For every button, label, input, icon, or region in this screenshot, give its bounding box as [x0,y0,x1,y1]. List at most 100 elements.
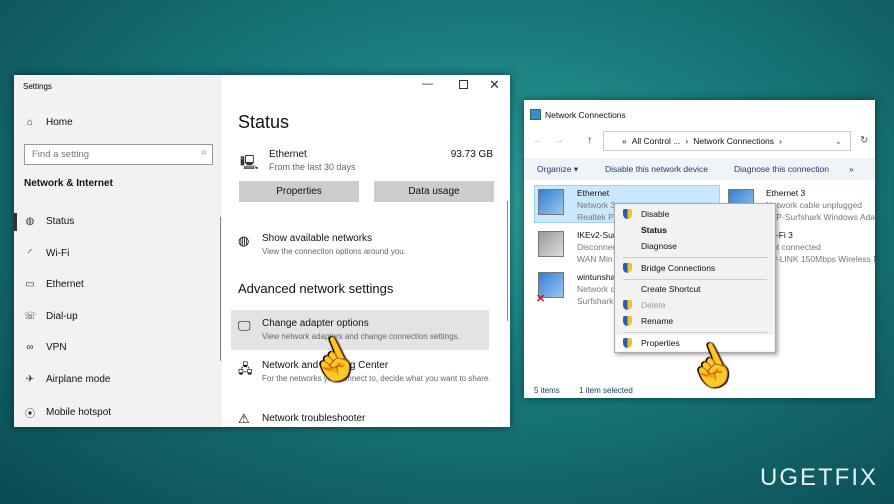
shield-icon [623,300,632,310]
item-name: Ethernet [577,188,610,198]
breadcrumb-all-control[interactable]: All Control ... [632,132,681,150]
sharing-center-sub: For the networks you connect to, decide … [262,374,491,383]
globe-icon: ◍ [25,216,35,227]
shield-icon [623,263,632,273]
shield-icon [623,338,632,348]
organize-button[interactable]: Organize ▾ [537,158,578,180]
settings-window: Settings — ✕ ⌂ Home Find a setting ⌕ Netw… [14,75,510,427]
nav-label: Wi-Fi [46,248,70,259]
shield-icon [623,316,632,326]
warning-icon: ⚠ [238,411,250,426]
nav-hotspot[interactable]: ⦿ Mobile hotspot [24,405,111,420]
item-name[interactable]: Ethernet 3 [766,188,805,198]
search-placeholder: Find a setting [32,149,90,160]
wifi-icon: ◜ [28,248,32,259]
menu-diagnose[interactable]: Diagnose [641,241,677,251]
page-title: Status [238,112,290,132]
address-bar[interactable]: « All Control ... › Network Connections … [603,131,851,151]
item-name[interactable]: IKEv2-Surf [577,230,618,240]
window-title: Network Connections [545,110,626,120]
nav-dialup[interactable]: ☏ Dial-up [24,311,78,322]
nav-status[interactable]: ◍ Status [24,216,75,227]
search-input[interactable]: Find a setting ⌕ [24,144,213,165]
show-networks-title[interactable]: Show available networks [262,233,372,244]
change-adapter-title[interactable]: Change adapter options [262,318,369,329]
nav-label: Airplane mode [46,374,111,385]
vpn-icon: ∞ [26,342,34,353]
ethernet-icon: 🖳 [240,154,259,170]
properties-button[interactable]: Properties [239,181,359,202]
change-adapter-sub: View network adapters and change connect… [262,332,460,341]
section-heading: Network & Internet [24,178,113,189]
refresh-button[interactable]: ↻ [860,135,868,146]
menu-disable[interactable]: Disable [641,209,669,219]
sidebar-scrollbar[interactable] [220,217,221,361]
item-device: TP-LINK 150Mbps Wireless N [766,254,875,264]
nav-label: Ethernet [46,279,84,290]
minimize-button[interactable]: — [422,78,433,90]
disconnected-x-icon: ✕ [536,293,546,305]
nav-label: Mobile hotspot [46,407,112,418]
close-button[interactable]: ✕ [489,77,500,93]
item-status: Network c [577,284,615,294]
home-label: Home [46,117,73,128]
menu-separator [623,257,767,258]
menu-create-shortcut[interactable]: Create Shortcut [641,284,701,294]
window-title: Settings [23,82,52,91]
item-device: Surfshark [577,296,614,306]
context-menu: Disable Status Diagnose Bridge Connectio… [614,203,776,353]
hotspot-icon: ⦿ [25,409,35,420]
data-usage-value: 93.73 GB [450,149,493,160]
breadcrumb-sep: › [779,136,782,146]
menu-bridge[interactable]: Bridge Connections [641,263,715,273]
advanced-heading: Advanced network settings [238,281,394,296]
nav-ethernet[interactable]: ▭ Ethernet [24,279,84,290]
menu-separator [623,279,767,280]
item-status: Disconnec [577,242,617,252]
change-adapter-options[interactable] [231,310,489,350]
connection-name: Ethernet [269,149,307,160]
shield-icon [623,209,632,219]
nav-wifi[interactable]: ◜ Wi-Fi [24,248,69,259]
status-selected: 1 item selected [579,386,633,395]
network-connections-window: Network Connections ← → ↑ « All Control … [524,100,875,398]
item-device: TAP-Surfshark Windows Ada [766,212,875,222]
diagnose-button[interactable]: Diagnose this connection [734,158,829,180]
home-link[interactable]: ⌂ Home [24,117,73,128]
breadcrumb-network-connections[interactable]: Network Connections [693,132,774,150]
menu-properties[interactable]: Properties [641,338,680,348]
network-adapter-icon [538,189,564,215]
nav-label: VPN [46,342,67,353]
disable-device-button[interactable]: Disable this network device [605,158,708,180]
more-button[interactable]: » [849,158,854,180]
breadcrumb-sep: › [685,136,689,146]
active-indicator [14,213,17,231]
nav-label: Dial-up [46,311,78,322]
troubleshooter-title[interactable]: Network troubleshooter [262,413,365,424]
ethernet-icon: ▭ [25,279,35,290]
item-name[interactable]: wintunsha [577,272,615,282]
sharing-icon: 🖧 [238,361,253,376]
chevron-down-icon[interactable]: ⌄ [835,132,842,150]
content-scrollbar[interactable] [507,201,508,321]
watermark-logo: UGETFIX [759,464,878,491]
up-button[interactable]: ↑ [587,135,592,146]
vpn-adapter-icon [538,231,564,257]
dialup-icon: ☏ [24,311,37,322]
maximize-button[interactable] [459,80,468,89]
item-status: Network cable unplugged [766,200,862,210]
menu-rename[interactable]: Rename [641,316,673,326]
command-bar: Organize ▾ Disable this network device D… [524,158,875,180]
breadcrumb-overflow[interactable]: « [622,132,627,150]
back-button[interactable]: ← [533,135,543,146]
menu-delete: Delete [641,300,666,310]
monitor-icon: 🖵 [238,318,251,333]
nav-airplane[interactable]: ✈ Airplane mode [24,374,111,385]
status-items: 5 items [534,386,560,395]
nav-vpn[interactable]: ∞ VPN [24,342,67,353]
globe-icon: ◍ [238,233,250,248]
menu-status[interactable]: Status [641,225,667,235]
data-usage-button[interactable]: Data usage [374,181,494,202]
nav-label: Status [46,216,75,227]
forward-button[interactable]: → [554,135,564,146]
